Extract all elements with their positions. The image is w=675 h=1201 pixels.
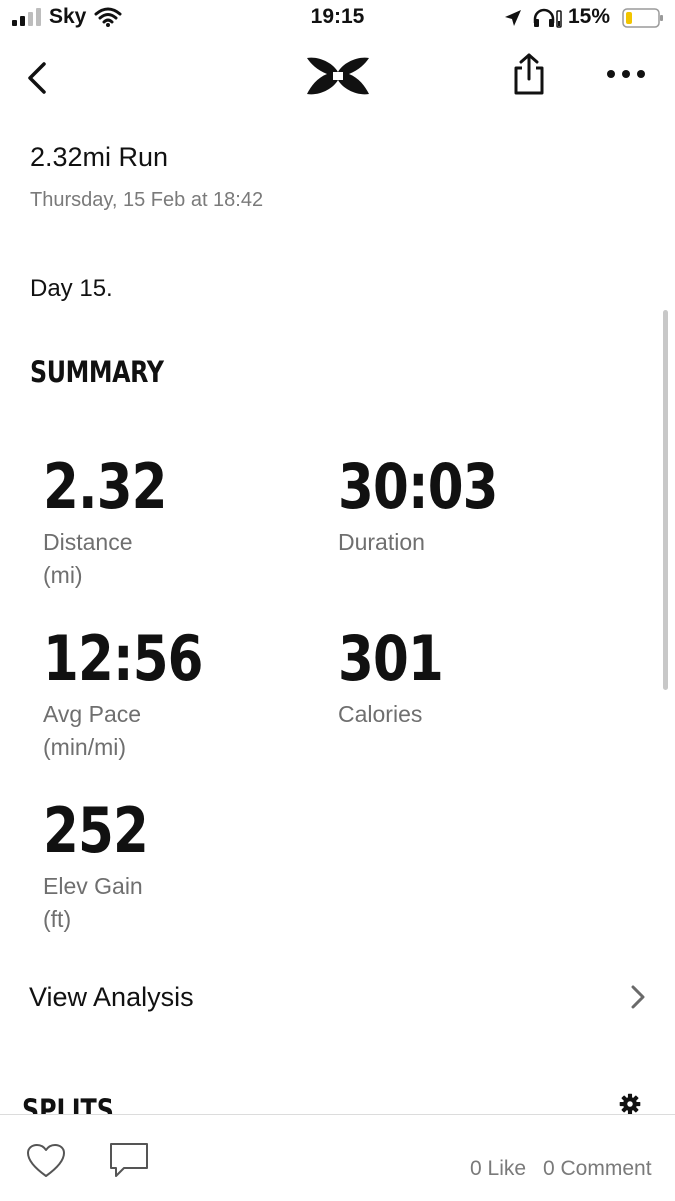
stat-value: 301: [338, 622, 444, 695]
stat-unit: (mi): [43, 562, 83, 588]
stat-value: 2.32: [43, 450, 167, 523]
stat-label: Elev Gain: [43, 873, 143, 899]
activity-title: 2.32mi Run: [30, 142, 169, 172]
comment-count[interactable]: 0 Comment: [543, 1157, 652, 1181]
nav-bar: [0, 38, 675, 118]
activity-note: Day 15.: [30, 275, 113, 302]
headphones-icon: [533, 8, 562, 28]
bottom-action-bar: 0 Like 0 Comment: [0, 1114, 675, 1201]
stat-label: Calories: [338, 701, 423, 727]
more-icon[interactable]: [606, 68, 646, 80]
stat-duration: 30:03 Duration: [338, 456, 530, 559]
battery-icon: [622, 8, 663, 28]
status-bar: Sky 19:15 15%: [0, 0, 675, 38]
settings-icon[interactable]: [614, 1093, 646, 1115]
stat-elev-gain: 252 Elev Gain (ft): [43, 800, 169, 936]
battery-percentage: 15%: [568, 5, 611, 28]
stat-label: Avg Pace: [43, 701, 142, 727]
stat-unit: (min/mi): [43, 734, 127, 760]
scrollbar[interactable]: [663, 310, 668, 690]
brand-logo: [307, 57, 369, 95]
back-icon[interactable]: [24, 60, 50, 96]
comment-icon[interactable]: [108, 1141, 150, 1179]
splits-heading: SPLITS: [22, 1093, 114, 1116]
heart-icon[interactable]: [26, 1143, 66, 1179]
summary-heading: SUMMARY: [30, 355, 164, 389]
stat-value: 30:03: [338, 450, 498, 523]
stat-avg-pace: 12:56 Avg Pace (min/mi): [43, 628, 235, 764]
stat-label: Distance: [43, 529, 133, 555]
stat-calories: 301 Calories: [338, 628, 464, 731]
activity-date: Thursday, 15 Feb at 18:42: [30, 189, 264, 211]
chevron-right-icon: [631, 985, 645, 1009]
like-count[interactable]: 0 Like: [470, 1157, 526, 1181]
stat-value: 252: [43, 794, 149, 867]
view-analysis-row[interactable]: View Analysis: [0, 970, 675, 1026]
share-icon[interactable]: [510, 52, 548, 96]
stat-unit: (ft): [43, 906, 72, 932]
stat-value: 12:56: [43, 622, 203, 695]
stat-distance: 2.32 Distance (mi): [43, 456, 192, 592]
stat-label: Duration: [338, 529, 425, 555]
location-icon: [505, 10, 521, 26]
view-analysis-label: View Analysis: [29, 982, 194, 1012]
